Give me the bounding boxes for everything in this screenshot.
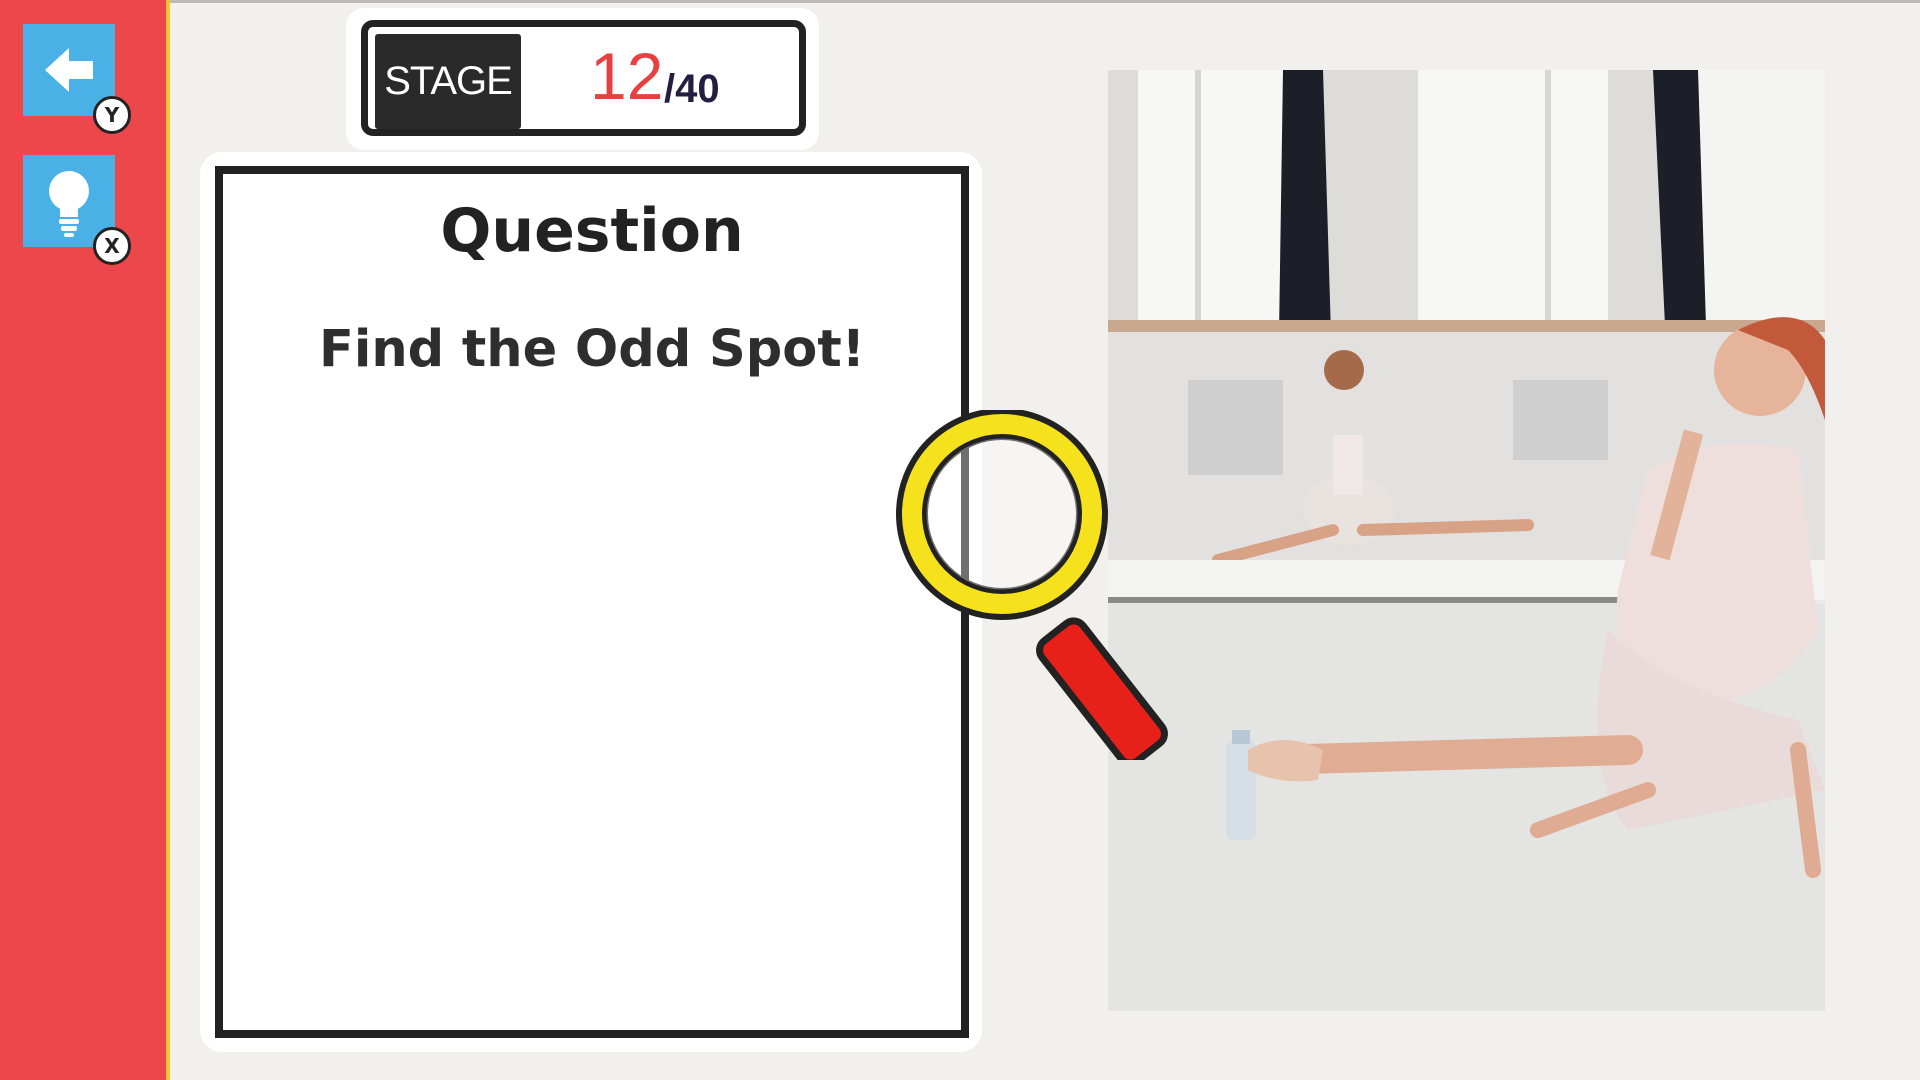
x-key-badge: X <box>93 227 131 265</box>
puzzle-image[interactable] <box>1108 70 1825 1011</box>
sidebar: Y X <box>0 0 170 1080</box>
stage-counter: STAGE 12 /40 <box>361 20 806 136</box>
ballerina-photo <box>1108 70 1825 1011</box>
magnifying-glass-icon[interactable] <box>890 408 1190 767</box>
stage-label: STAGE <box>375 34 521 129</box>
top-divider <box>0 0 1920 3</box>
stage-current-number: 12 <box>590 39 664 113</box>
question-title: Question <box>440 196 744 266</box>
question-text: Find the Odd Spot! <box>319 320 865 379</box>
question-panel: Question Find the Odd Spot! <box>215 166 969 1038</box>
stage-total-number: /40 <box>664 67 720 111</box>
y-key-badge: Y <box>93 96 131 134</box>
